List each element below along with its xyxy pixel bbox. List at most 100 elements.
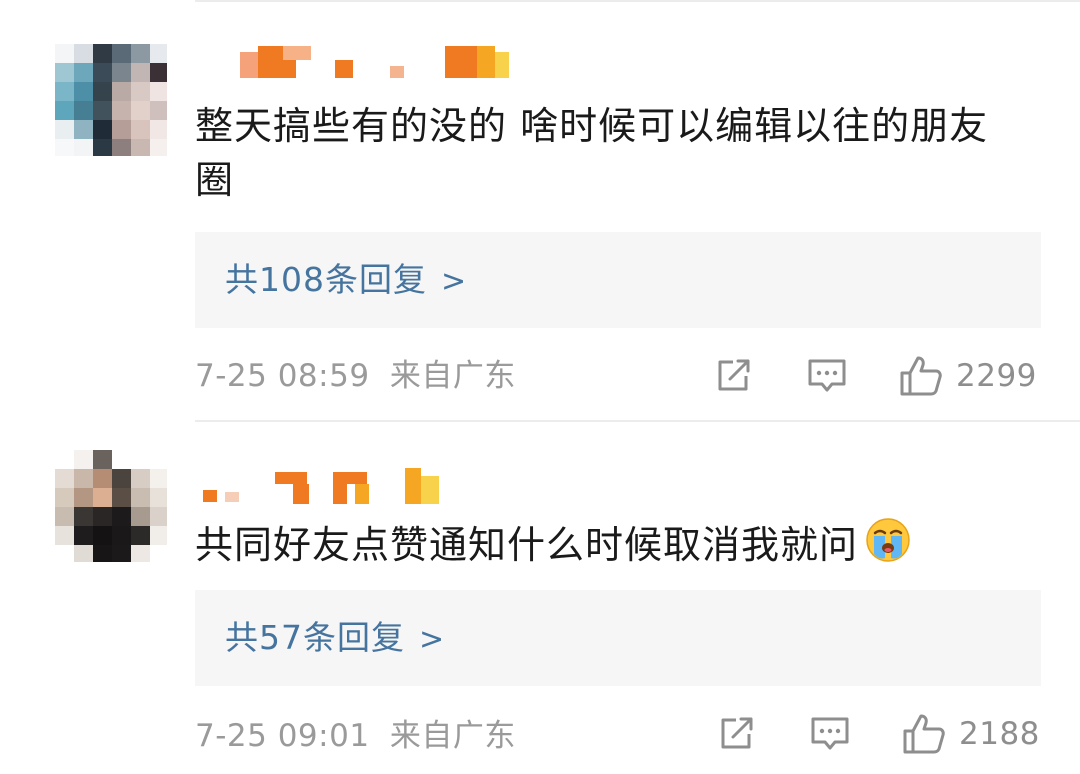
avatar-mosaic-cell <box>150 44 167 63</box>
avatar-mosaic-cell <box>150 450 167 469</box>
avatar-mosaic-cell <box>131 526 150 545</box>
avatar-mosaic-cell <box>112 82 131 101</box>
username-pixelated[interactable] <box>195 46 535 86</box>
timestamp: 7-25 08:59 <box>195 358 370 394</box>
avatar-mosaic-cell <box>93 545 112 562</box>
share-icon <box>721 717 753 749</box>
avatar-mosaic-cell <box>74 507 93 526</box>
comment-icon <box>808 359 846 392</box>
avatar-mosaic-cell <box>74 101 93 120</box>
like-count: 2188 <box>959 716 1040 752</box>
avatar-mosaic-cell <box>112 120 131 139</box>
avatar-mosaic-cell <box>131 507 150 526</box>
avatar-mosaic-cell <box>131 545 150 562</box>
avatar-mosaic-cell <box>74 545 93 562</box>
avatar-mosaic-cell <box>150 120 167 139</box>
timestamp: 7-25 09:01 <box>195 718 370 754</box>
avatar-mosaic-cell <box>93 526 112 545</box>
avatar-mosaic-cell <box>131 488 150 507</box>
like-count: 2299 <box>956 358 1037 394</box>
avatar-mosaic-cell <box>55 450 74 469</box>
share-button[interactable] <box>713 356 757 400</box>
avatar-mosaic-cell <box>131 82 150 101</box>
share-button[interactable] <box>716 714 760 758</box>
avatar-mosaic-cell <box>93 63 112 82</box>
avatar-mosaic-cell <box>150 545 167 562</box>
avatar-mosaic-cell <box>74 120 93 139</box>
avatar-mosaic-cell <box>112 450 131 469</box>
avatar-mosaic-cell <box>55 63 74 82</box>
avatar-mosaic-cell <box>74 82 93 101</box>
avatar-mosaic-cell <box>150 488 167 507</box>
avatar-mosaic-cell <box>131 120 150 139</box>
avatar-mosaic-cell <box>150 82 167 101</box>
avatar-mosaic-cell <box>55 44 74 63</box>
avatar-mosaic-cell <box>150 469 167 488</box>
avatar-mosaic-cell <box>112 44 131 63</box>
comment-button[interactable] <box>806 356 850 400</box>
like-button[interactable]: 2188 <box>901 712 1051 756</box>
like-button[interactable]: 2299 <box>898 354 1048 398</box>
avatar[interactable] <box>55 450 167 562</box>
avatar-mosaic-cell <box>74 139 93 156</box>
comment-text: 整天搞些有的没的 啥时候可以编辑以往的朋友圈 <box>195 104 989 202</box>
avatar-mosaic-cell <box>55 507 74 526</box>
avatar-mosaic-cell <box>74 526 93 545</box>
avatar-mosaic-cell <box>131 469 150 488</box>
avatar-mosaic-cell <box>55 488 74 507</box>
avatar-mosaic-cell <box>55 101 74 120</box>
chevron-right-icon: > <box>419 622 446 657</box>
comment-meta: 7-25 08:59 来自广东 <box>195 356 516 396</box>
avatar-mosaic-cell <box>131 450 150 469</box>
comment-meta: 7-25 09:01 来自广东 <box>195 716 516 756</box>
avatar-mosaic-cell <box>150 101 167 120</box>
avatar-mosaic-cell <box>112 526 131 545</box>
loudly-crying-face-icon <box>864 516 912 578</box>
view-replies-button[interactable]: 共108条回复 > <box>195 232 1041 328</box>
comment-button[interactable] <box>809 714 853 758</box>
avatar-mosaic-cell <box>131 139 150 156</box>
avatar-mosaic-cell <box>112 507 131 526</box>
avatar-mosaic-cell <box>93 450 112 469</box>
avatar-mosaic-cell <box>112 101 131 120</box>
avatar-mosaic-cell <box>93 44 112 63</box>
username-pixelated[interactable] <box>195 468 535 508</box>
view-replies-button[interactable]: 共57条回复 > <box>195 590 1041 686</box>
avatar-mosaic-cell <box>112 63 131 82</box>
comment-item: 整天搞些有的没的 啥时候可以编辑以往的朋友圈 共108条回复 > 7-25 08:… <box>0 0 1080 420</box>
location: 来自广东 <box>389 718 516 754</box>
avatar-mosaic-cell <box>93 507 112 526</box>
location: 来自广东 <box>389 358 516 394</box>
avatar-mosaic-cell <box>93 139 112 156</box>
comment-text: 共同好友点赞通知什么时候取消我就问 <box>195 516 1025 578</box>
share-icon <box>718 359 750 391</box>
avatar-mosaic-cell <box>131 63 150 82</box>
avatar-mosaic-cell <box>131 44 150 63</box>
comment-icon <box>811 717 849 750</box>
avatar-mosaic-cell <box>93 469 112 488</box>
avatar-mosaic-cell <box>55 120 74 139</box>
avatar-mosaic-cell <box>74 488 93 507</box>
avatar-mosaic-cell <box>55 526 74 545</box>
avatar-mosaic-cell <box>74 450 93 469</box>
avatar-mosaic-cell <box>112 139 131 156</box>
avatar-mosaic-cell <box>55 545 74 562</box>
avatar-mosaic-cell <box>112 469 131 488</box>
avatar-mosaic-cell <box>131 101 150 120</box>
avatar-mosaic-cell <box>55 139 74 156</box>
like-icon <box>900 356 942 396</box>
avatar[interactable] <box>55 44 167 156</box>
like-icon <box>903 714 945 754</box>
avatar-mosaic-cell <box>74 469 93 488</box>
avatar-mosaic-cell <box>150 139 167 156</box>
avatar-mosaic-cell <box>93 120 112 139</box>
avatar-mosaic-cell <box>150 63 167 82</box>
avatar-mosaic-cell <box>93 82 112 101</box>
replies-label: 共57条回复 <box>225 618 405 657</box>
chevron-right-icon: > <box>441 264 468 299</box>
avatar-mosaic-cell <box>74 63 93 82</box>
avatar-mosaic-cell <box>74 44 93 63</box>
comment-item: 共同好友点赞通知什么时候取消我就问 共57条回复 > 7-25 09:01 来自广… <box>0 420 1080 774</box>
avatar-mosaic-cell <box>93 101 112 120</box>
avatar-mosaic-cell <box>150 507 167 526</box>
